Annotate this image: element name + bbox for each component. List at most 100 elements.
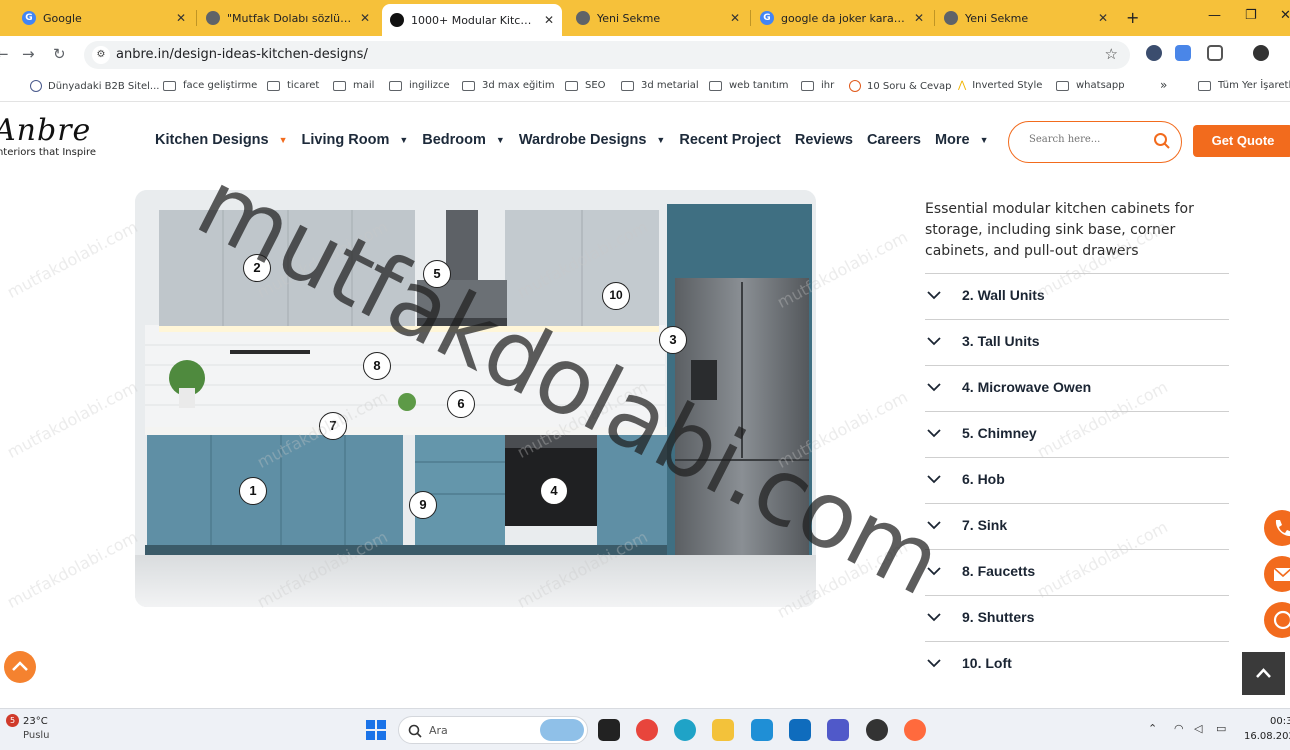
bookmark-b2b[interactable]: Dünyadaki B2B Sitel...: [30, 80, 159, 92]
site-info-icon[interactable]: ⚙: [92, 46, 110, 64]
kitchen-marker-3[interactable]: 3: [659, 326, 687, 354]
bookmark-folder[interactable]: ihr: [801, 80, 834, 91]
bookmark-folder[interactable]: face geliştirme: [163, 80, 257, 91]
bookmark-folder[interactable]: SEO: [565, 80, 606, 91]
nav-careers[interactable]: Careers: [867, 132, 921, 148]
site-icon: [849, 80, 861, 92]
close-icon[interactable]: ✕: [544, 13, 554, 27]
translate-icon[interactable]: [1175, 45, 1191, 61]
tab-mutfak-sozlugu[interactable]: "Mutfak Dolabı sözlüğü" ö ✕: [198, 5, 378, 31]
site-favicon-icon: [390, 13, 404, 27]
restore-icon[interactable]: ❐: [1245, 8, 1257, 23]
widgets-icon[interactable]: [540, 719, 584, 741]
clock-date[interactable]: 16.08.202: [1244, 731, 1290, 742]
email-button[interactable]: [1264, 556, 1290, 592]
teams-icon[interactable]: [827, 719, 849, 741]
accordion-item[interactable]: 9. Shutters: [925, 595, 1229, 641]
accordion-item[interactable]: 6. Hob: [925, 457, 1229, 503]
kitchen-marker-6[interactable]: 6: [447, 390, 475, 418]
bookmarks-overflow-button[interactable]: »: [1160, 78, 1167, 92]
windows-start-icon[interactable]: [366, 720, 386, 740]
window-close-icon[interactable]: ✕: [1280, 8, 1290, 23]
weather-condition[interactable]: Puslu: [23, 730, 50, 741]
kitchen-marker-8[interactable]: 8: [363, 352, 391, 380]
bookmark-folder[interactable]: web tanıtım: [709, 80, 788, 91]
outlook-icon[interactable]: [789, 719, 811, 741]
accordion-item[interactable]: 7. Sink: [925, 503, 1229, 549]
nav-recent-project[interactable]: Recent Project: [679, 132, 781, 148]
phone-button[interactable]: [1264, 510, 1290, 546]
accordion-item[interactable]: 8. Faucetts: [925, 549, 1229, 595]
whatsapp-button[interactable]: [1264, 602, 1290, 638]
omnibox[interactable]: ⚙ anbre.in/design-ideas-kitchen-designs/…: [84, 41, 1130, 69]
kitchen-marker-1[interactable]: 1: [239, 477, 267, 505]
volume-icon[interactable]: ◁: [1194, 722, 1202, 735]
task-view-icon[interactable]: [598, 719, 620, 741]
bookmark-folder[interactable]: 3d max eğitim: [462, 80, 555, 91]
triangle-icon: ⋀: [958, 80, 967, 91]
bookmark-inverted-style[interactable]: ⋀ Inverted Style: [958, 80, 1042, 91]
extension-icon[interactable]: [1146, 45, 1162, 61]
wifi-icon[interactable]: ◠: [1174, 722, 1184, 735]
get-quote-button[interactable]: Get Quote: [1193, 125, 1290, 157]
kitchen-marker-2[interactable]: 2: [243, 254, 271, 282]
nav-more[interactable]: More ▼: [935, 132, 989, 148]
site-logo[interactable]: Anbre Interiors that Inspire: [0, 116, 110, 159]
kitchen-marker-5[interactable]: 5: [423, 260, 451, 288]
extensions-puzzle-icon[interactable]: [1207, 45, 1223, 61]
tab-yeni-sekme-2[interactable]: Yeni Sekme ✕: [936, 5, 1116, 31]
close-icon[interactable]: ✕: [730, 11, 740, 25]
close-icon[interactable]: ✕: [176, 11, 186, 25]
bookmark-folder[interactable]: mail: [333, 80, 374, 91]
tab-google[interactable]: G Google ✕: [14, 5, 194, 31]
accordion-item[interactable]: 4. Microwave Owen: [925, 365, 1229, 411]
close-icon[interactable]: ✕: [360, 11, 370, 25]
url-text[interactable]: anbre.in/design-ideas-kitchen-designs/: [116, 47, 368, 62]
all-bookmarks-folder[interactable]: Tüm Yer İşaretle: [1198, 80, 1290, 91]
search-input[interactable]: [1029, 134, 1149, 145]
whatsapp-icon[interactable]: [866, 719, 888, 741]
search-icon[interactable]: [1153, 132, 1171, 150]
nav-kitchen-designs[interactable]: Kitchen Designs ▼: [155, 132, 288, 148]
minimize-icon[interactable]: —: [1208, 8, 1221, 23]
bookmark-10-soru[interactable]: 10 Soru & Cevap: [849, 80, 952, 92]
edge-icon[interactable]: [674, 719, 696, 741]
reload-icon[interactable]: ↻: [53, 45, 66, 63]
tab-yeni-sekme[interactable]: Yeni Sekme ✕: [568, 5, 748, 31]
nav-wardrobe-designs[interactable]: Wardrobe Designs ▼: [519, 132, 666, 148]
bookmark-folder[interactable]: whatsapp: [1056, 80, 1125, 91]
chrome-icon[interactable]: [636, 719, 658, 741]
back-to-top-button[interactable]: [1242, 652, 1285, 695]
tab-modular-kitchen[interactable]: 1000+ Modular Kitchen De ✕: [382, 4, 562, 36]
kitchen-marker-4[interactable]: 4: [540, 477, 568, 505]
kitchen-marker-9[interactable]: 9: [409, 491, 437, 519]
bookmark-star-icon[interactable]: ☆: [1105, 45, 1118, 63]
new-tab-button[interactable]: +: [1126, 8, 1139, 27]
bookmark-folder[interactable]: ingilizce: [389, 80, 450, 91]
accordion-item[interactable]: 5. Chimney: [925, 411, 1229, 457]
firefox-icon[interactable]: [904, 719, 926, 741]
battery-icon[interactable]: ▭: [1216, 722, 1226, 735]
close-icon[interactable]: ✕: [1098, 11, 1108, 25]
nav-living-room[interactable]: Living Room ▼: [302, 132, 409, 148]
kitchen-marker-7[interactable]: 7: [319, 412, 347, 440]
back-icon[interactable]: ←: [0, 45, 9, 63]
weather-temperature[interactable]: 23°C: [23, 716, 48, 727]
nav-bedroom[interactable]: Bedroom ▼: [422, 132, 505, 148]
accordion-item[interactable]: 3. Tall Units: [925, 319, 1229, 365]
bookmark-folder[interactable]: ticaret: [267, 80, 319, 91]
close-icon[interactable]: ✕: [914, 11, 924, 25]
nav-reviews[interactable]: Reviews: [795, 132, 853, 148]
tray-overflow-icon[interactable]: ⌃: [1148, 722, 1157, 735]
kitchen-marker-10[interactable]: 10: [602, 282, 630, 310]
bookmark-folder[interactable]: 3d metarial: [621, 80, 699, 91]
forward-icon[interactable]: →: [22, 45, 35, 63]
accordion-item[interactable]: 10. Loft: [925, 641, 1229, 687]
file-explorer-icon[interactable]: [712, 719, 734, 741]
monitor-icon[interactable]: [751, 719, 773, 741]
accordion-item[interactable]: 2. Wall Units: [925, 273, 1229, 319]
scroll-up-button[interactable]: [4, 651, 36, 683]
clock-time[interactable]: 00:3: [1270, 716, 1290, 727]
tab-joker-karakter[interactable]: G google da joker karakter k ✕: [752, 5, 932, 31]
profile-icon[interactable]: [1253, 45, 1269, 61]
